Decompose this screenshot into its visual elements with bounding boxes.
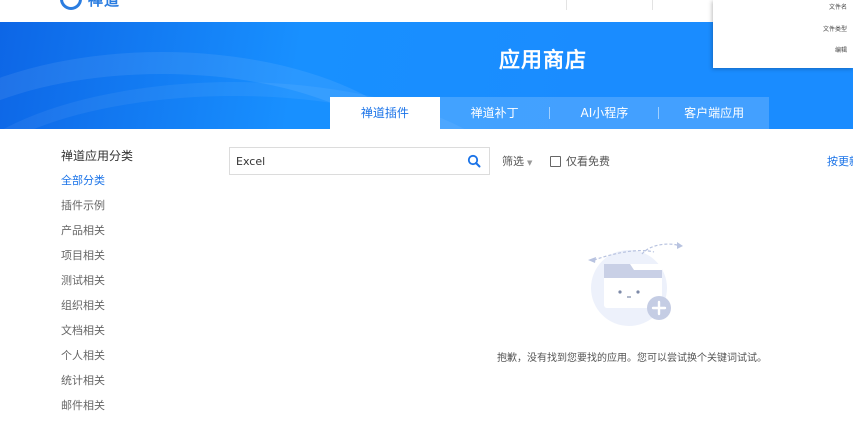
tab-label: 禅道补丁: [470, 106, 519, 120]
logo[interactable]: 禅道: [60, 0, 120, 10]
empty-state-message: 抱歉，没有找到您要找的应用。您可以尝试换个关键词试试。: [497, 353, 767, 364]
category-tabs: 禅道插件 禅道补丁 AI小程序 客户端应用: [330, 97, 769, 129]
tab-ai-mini-programs[interactable]: AI小程序: [550, 97, 660, 129]
thumbnail-line: 编辑: [834, 47, 847, 54]
free-only-toggle[interactable]: 仅看免费: [550, 153, 610, 169]
sidebar-item-documents[interactable]: 文档相关: [61, 322, 181, 347]
search-input[interactable]: [236, 152, 456, 170]
free-only-label: 仅看免费: [566, 155, 610, 168]
filter-label: 筛选: [502, 155, 524, 168]
chevron-down-icon: ▼: [527, 159, 533, 167]
sort-by-update[interactable]: 按更新: [827, 153, 853, 169]
thumbnail-line: 文件名: [828, 4, 847, 11]
free-only-checkbox[interactable]: [550, 155, 561, 167]
tab-label: 客户端应用: [684, 106, 745, 120]
filter-dropdown[interactable]: 筛选 ▼: [502, 153, 532, 169]
tab-zentao-plugins[interactable]: 禅道插件: [330, 97, 440, 129]
tab-label: 禅道插件: [360, 106, 409, 120]
sidebar-item-mail[interactable]: 邮件相关: [61, 397, 181, 422]
sidebar-item-product[interactable]: 产品相关: [61, 222, 181, 247]
search-box: [229, 147, 490, 175]
thumbnail-line: 文件类型: [822, 26, 847, 33]
header-divider: [652, 0, 653, 10]
sidebar-title: 禅道应用分类: [61, 149, 134, 163]
sidebar-item-organization[interactable]: 组织相关: [61, 297, 181, 322]
sidebar-item-project[interactable]: 项目相关: [61, 247, 181, 272]
logo-text: 禅道: [88, 0, 120, 10]
sidebar-item-plugin-examples[interactable]: 插件示例: [61, 197, 181, 222]
tab-zentao-patches[interactable]: 禅道补丁: [440, 97, 550, 129]
sidebar-item-all[interactable]: 全部分类: [61, 172, 181, 197]
sidebar-item-testing[interactable]: 测试相关: [61, 272, 181, 297]
document-thumbnail: 文件名 文件类型 编辑: [713, 0, 853, 68]
tab-client-apps[interactable]: 客户端应用: [659, 97, 769, 129]
category-sidebar: 禅道应用分类 全部分类 插件示例 产品相关 项目相关 测试相关 组织相关 文档相…: [61, 147, 181, 422]
logo-icon: [60, 0, 82, 10]
empty-folder-icon: [588, 242, 683, 326]
header-divider: [566, 0, 567, 10]
search-icon[interactable]: [467, 154, 481, 168]
sidebar-item-statistics[interactable]: 统计相关: [61, 372, 181, 397]
tab-label: AI小程序: [580, 106, 629, 120]
